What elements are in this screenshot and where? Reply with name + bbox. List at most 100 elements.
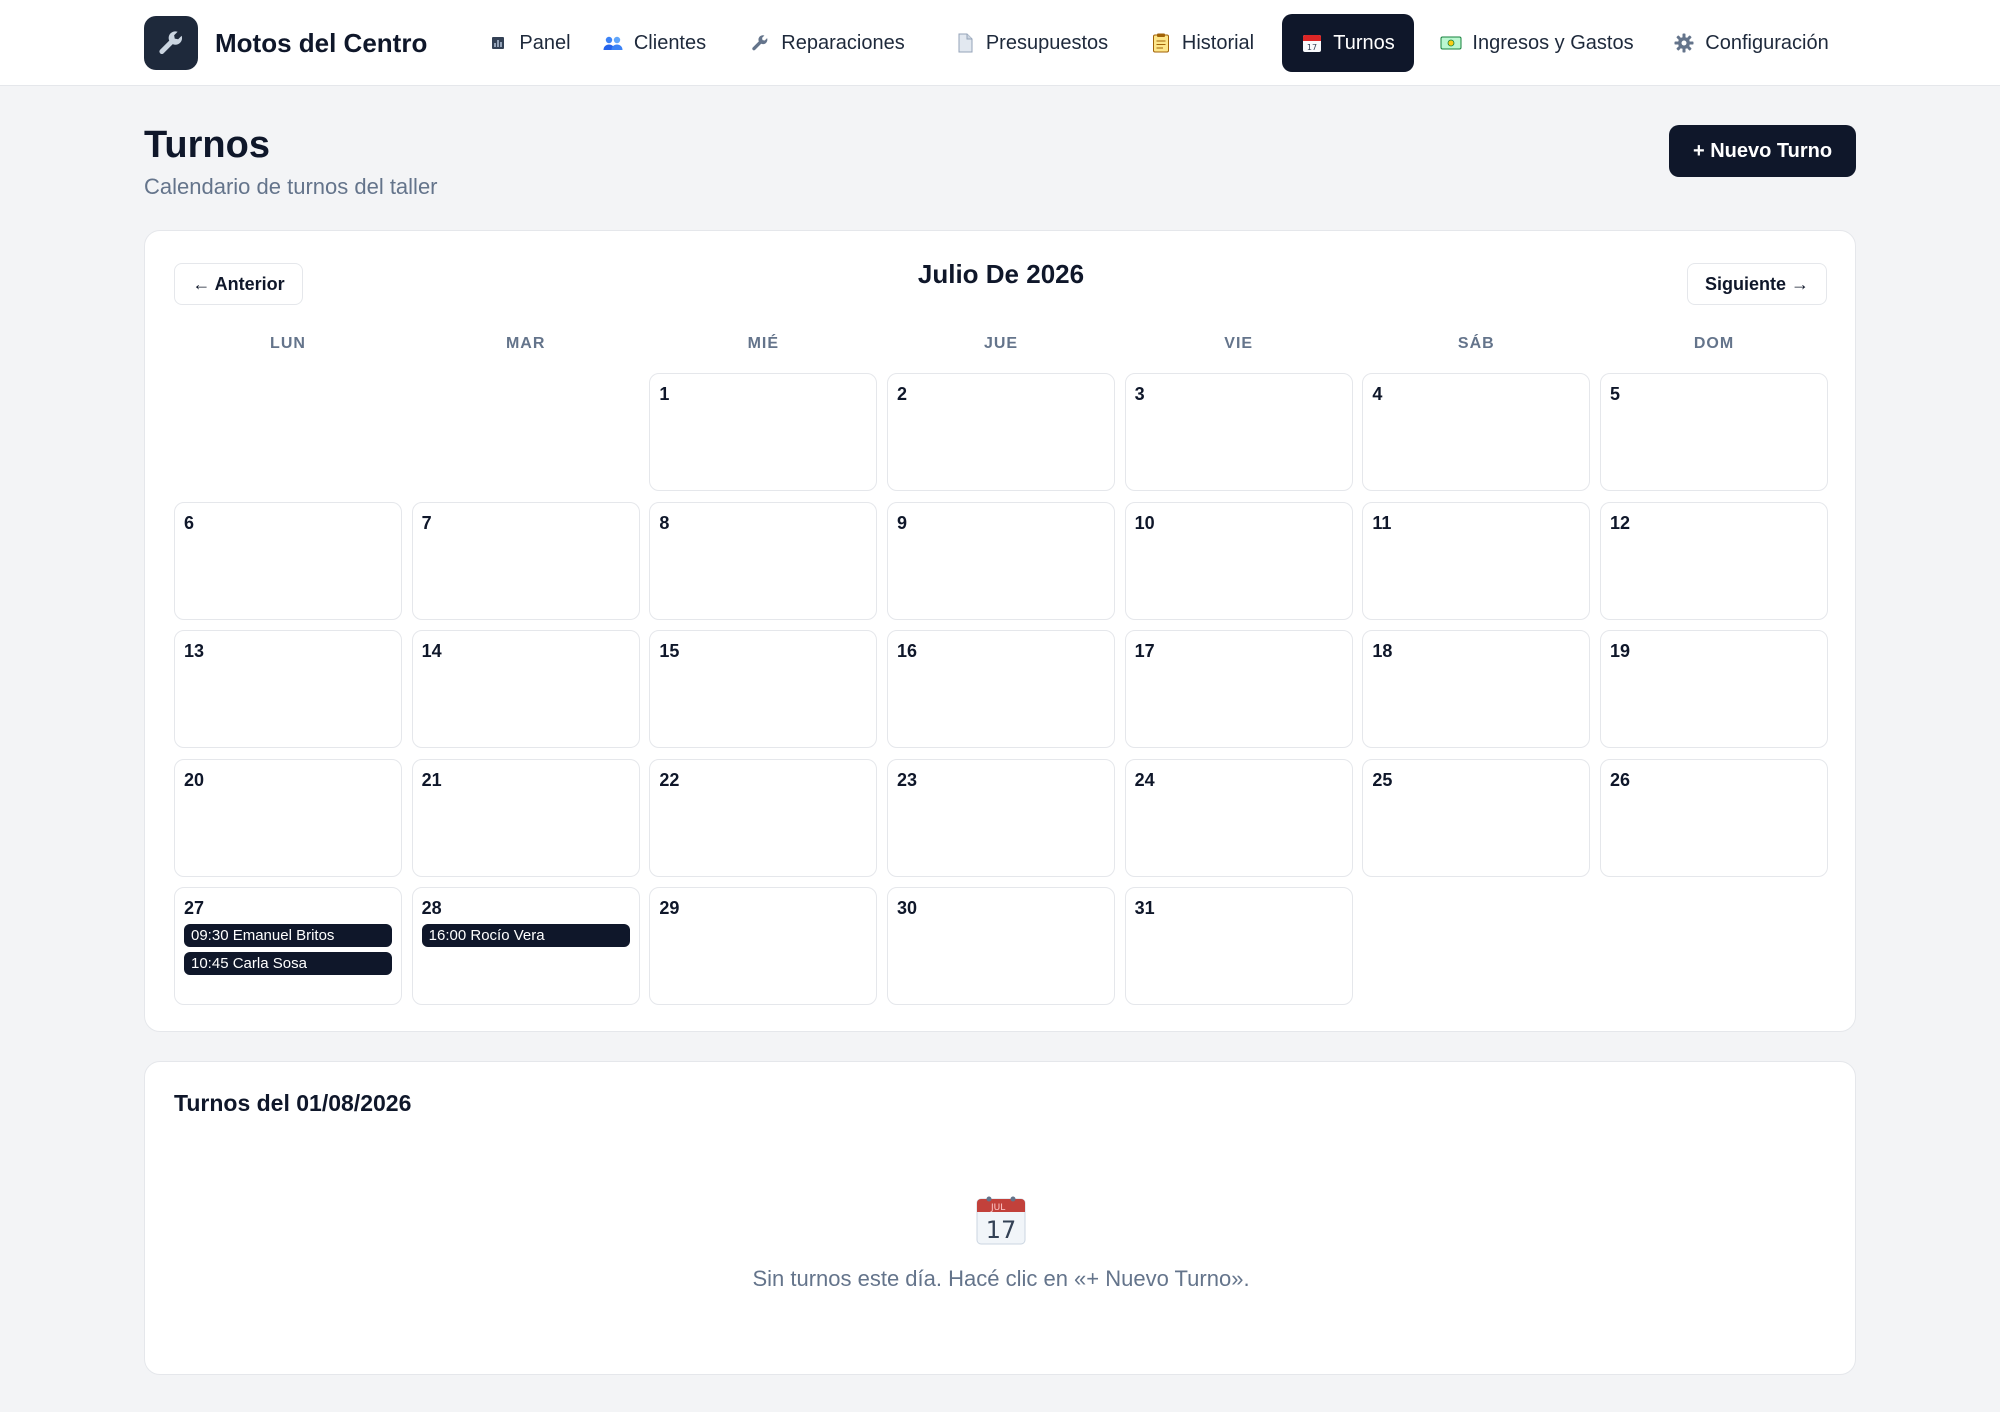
weekday-label: VIE (1224, 335, 1254, 352)
day-number: 16 (897, 641, 918, 661)
next-month-button[interactable]: Siguiente → (1687, 263, 1827, 305)
day-number: 20 (184, 769, 205, 790)
day-number: 13 (184, 641, 205, 661)
calendar-day-21[interactable]: 21 (411, 758, 640, 877)
calendar-day-31[interactable]: 31 (1124, 887, 1353, 1005)
weekday-label: MAR (505, 335, 546, 352)
calendar-day-16[interactable]: 16 (887, 630, 1115, 748)
day-number: 11 (1372, 512, 1392, 533)
nav-item-reparaciones[interactable]: Reparaciones (738, 14, 916, 72)
calendar-day-13[interactable]: 13 (174, 630, 402, 748)
empty-state-text: Sin turnos este día. Hacé clic en «+ Nue… (752, 1266, 1250, 1291)
day-number: 6 (184, 512, 195, 533)
nav-item-label: Reparaciones (781, 31, 905, 54)
calendar-day-23[interactable]: 23 (887, 758, 1115, 877)
appointment-chip[interactable]: 10:45 Carla Sosa (184, 952, 392, 975)
document-icon (954, 32, 976, 54)
clipboard-icon (1150, 32, 1172, 54)
calendar-day-9[interactable]: 9 (887, 501, 1115, 620)
users-icon (602, 32, 624, 54)
nav-item-configuracion[interactable]: Configuración (1664, 14, 1838, 72)
nav-item-clientes[interactable]: Clientes (590, 14, 718, 72)
calendar-day-14[interactable]: 14 (411, 630, 640, 748)
calendar-day-8[interactable]: 8 (649, 501, 878, 620)
calendar-day-29[interactable]: 29 (649, 887, 878, 1005)
day-appointments-title: Turnos del 01/08/2026 (174, 1090, 412, 1116)
nav-item-historial[interactable]: Historial (1142, 14, 1262, 72)
calendar-day-7[interactable]: 7 (411, 501, 640, 620)
calendar-day-17[interactable]: 17 (1124, 630, 1353, 748)
day-number: 31 (1134, 898, 1155, 918)
day-number: 14 (421, 641, 442, 661)
calendar-day-26[interactable]: 26 (1600, 758, 1829, 877)
calendar-day-12[interactable]: 12 (1600, 501, 1829, 620)
calendar-day-27[interactable]: 27 09:30 Emanuel Britos 10:45 Carla Sosa (174, 887, 402, 1005)
calendar-day-1[interactable]: 1 (649, 373, 878, 491)
appointment-chip[interactable]: 16:00 Rocío Vera (421, 924, 630, 947)
day-number: 17 (1134, 641, 1155, 661)
day-number: 27 (184, 898, 205, 918)
nav-item-label: Panel (519, 31, 571, 54)
weekday-header: LUN MAR MIÉ JUE VIE SÁB DOM (174, 335, 1828, 359)
calendar-day-5[interactable]: 5 (1600, 373, 1829, 491)
weekday-label: SÁB (1457, 335, 1495, 352)
nav-item-label: Historial (1181, 31, 1255, 54)
day-number: 4 (1372, 384, 1383, 404)
nav-item-panel[interactable]: Panel (474, 14, 584, 72)
calendar-day-2[interactable]: 2 (887, 373, 1115, 491)
calendar-icon: 17 (1301, 32, 1323, 54)
calendar-day-4[interactable]: 4 (1362, 373, 1591, 491)
nav-item-label: Presupuestos (985, 31, 1109, 54)
calendar-day-24[interactable]: 24 (1124, 758, 1353, 877)
chart-square-icon (487, 32, 509, 54)
new-appointment-button[interactable]: + Nuevo Turno (1669, 125, 1856, 177)
calendar-day-30[interactable]: 30 (887, 887, 1115, 1005)
day-number: 28 (421, 898, 442, 918)
calendar-icon: JUL 17 (975, 1194, 1027, 1246)
svg-text:17: 17 (1307, 43, 1317, 52)
day-number: 5 (1610, 384, 1621, 404)
top-navigation-bar: Motos del Centro Panel Clientes Reparaci… (0, 0, 2000, 86)
nav-item-label: Ingresos y Gastos (1472, 31, 1634, 54)
day-number: 19 (1610, 641, 1631, 661)
day-number: 12 (1610, 512, 1631, 533)
day-number: 23 (897, 769, 918, 790)
calendar-grid: 1 2 3 4 5 6 7 8 9 10 11 12 13 14 15 16 17 18 19 20 21 22 23 24 2… (174, 373, 1829, 1005)
weekday-label: DOM (1693, 335, 1735, 352)
day-appointments-card: Turnos del 01/08/2026 JUL 17 Sin turnos … (144, 1061, 1856, 1375)
page-subtitle: Calendario de turnos del taller (144, 174, 438, 199)
calendar-day-15[interactable]: 15 (649, 630, 878, 748)
nav-item-presupuestos[interactable]: Presupuestos (942, 14, 1120, 72)
calendar-card: ← Anterior Julio De 2026 Siguiente → LUN… (144, 230, 1856, 1032)
day-number: 30 (897, 898, 918, 918)
nav-item-label: Clientes (633, 31, 707, 54)
weekday-label: MIÉ (747, 335, 780, 352)
main-nav: Panel Clientes Reparaciones Presupuestos (0, 14, 2000, 72)
day-number: 24 (1134, 769, 1155, 790)
calendar-day-28[interactable]: 28 16:00 Rocío Vera (411, 887, 640, 1005)
calendar-day-22[interactable]: 22 (649, 758, 878, 877)
nav-item-ingresos-gastos[interactable]: Ingresos y Gastos (1434, 14, 1640, 72)
day-number: 26 (1610, 769, 1631, 790)
svg-text:JUL: JUL (990, 1203, 1005, 1213)
day-number: 2 (897, 384, 908, 404)
nav-item-label: Configuración (1705, 31, 1829, 54)
calendar-day-19[interactable]: 19 (1600, 630, 1829, 748)
day-number: 7 (421, 512, 432, 533)
day-number: 22 (659, 769, 680, 790)
day-number: 29 (659, 898, 680, 918)
appointment-chip[interactable]: 09:30 Emanuel Britos (184, 924, 392, 947)
calendar-day-10[interactable]: 10 (1124, 501, 1353, 620)
calendar-day-18[interactable]: 18 (1362, 630, 1591, 748)
day-number: 21 (421, 769, 442, 790)
calendar-day-6[interactable]: 6 (174, 501, 402, 620)
page-title: Turnos (144, 124, 270, 166)
calendar-day-3[interactable]: 3 (1124, 373, 1353, 491)
day-number: 15 (659, 641, 680, 661)
day-number: 10 (1134, 512, 1155, 533)
day-number: 25 (1372, 769, 1393, 790)
calendar-day-20[interactable]: 20 (174, 758, 402, 877)
calendar-day-25[interactable]: 25 (1362, 758, 1591, 877)
nav-item-turnos[interactable]: 17 Turnos (1282, 14, 1414, 72)
calendar-day-11[interactable]: 11 (1362, 501, 1591, 620)
